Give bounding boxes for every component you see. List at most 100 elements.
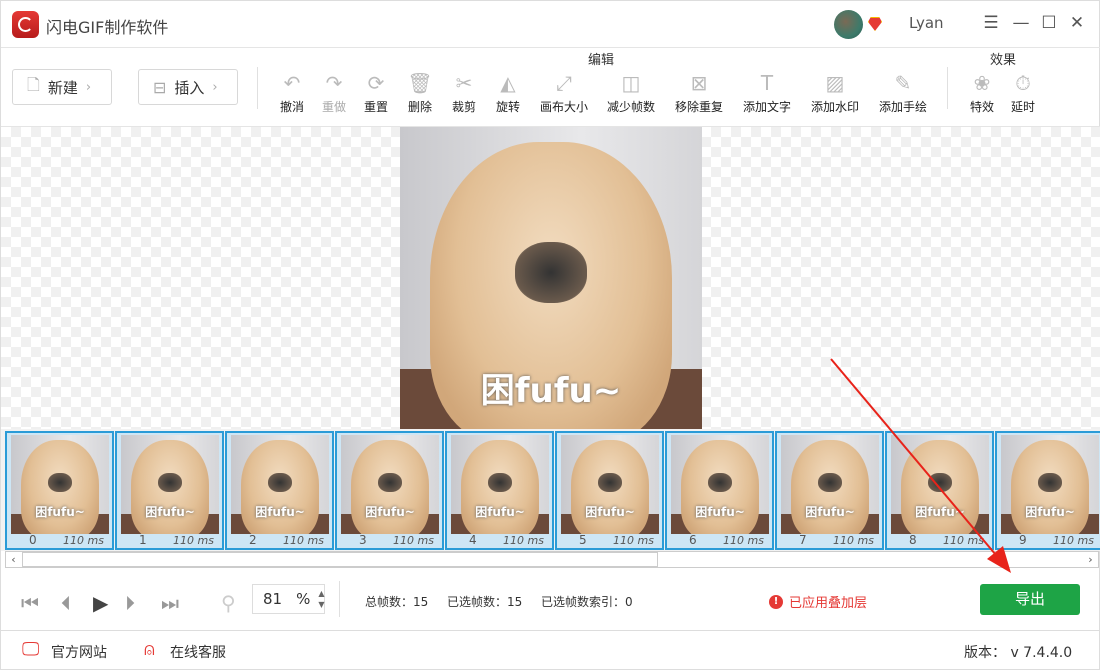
frame-delay: 110 ms [1053,534,1094,547]
support-link[interactable]: 在线客服 [170,642,226,662]
frame-image: 困fufu~ [341,435,439,534]
frame-image: 困fufu~ [781,435,879,534]
frame-scrollbar[interactable]: ‹ › [5,551,1099,568]
app-logo [12,11,39,38]
frame-thumbnail[interactable]: 困fufu~ 4 110 ms [445,431,554,550]
insert-label: 插入 [174,78,205,97]
tool-label: 旋转 [495,100,520,114]
divider [947,67,948,109]
frame-thumbnail[interactable]: 困fufu~ 5 110 ms [555,431,664,550]
last-frame-button[interactable]: ⏭ [161,591,179,615]
footer: 🖵 官方网站 ⍝ 在线客服 版本： v 7.4.4.0 [1,631,1100,671]
scroll-left-button[interactable]: ‹ [6,552,21,567]
tool-text[interactable]: T 添加文字 [739,71,795,115]
frame-caption: 困fufu~ [915,505,965,519]
zoom-value[interactable]: 81 [263,590,282,608]
total-frames: 总帧数：15 [365,595,429,609]
frame-caption: 困fufu~ [805,505,855,519]
frame-image: 困fufu~ [231,435,329,534]
watermark-icon: ▨ [825,71,845,95]
frame-caption: 困fufu~ [145,505,195,519]
tool-resize[interactable]: ⤢ 画布大小 [536,71,592,115]
menu-icon[interactable]: ☰ [981,13,1001,33]
redo-icon: ↷ [325,71,343,95]
frame-thumbnail[interactable]: 困fufu~ 9 110 ms [995,431,1100,550]
remove-duplicate-icon: ⊠ [690,71,708,95]
effects-icon: ❀ [973,71,991,95]
selected-frame-index: 已选帧数索引：0 [541,595,633,609]
frame-delay: 110 ms [393,534,434,547]
insert-button[interactable]: ⊟ 插入 › [138,69,238,105]
frame-thumbnail[interactable]: 困fufu~ 3 110 ms [335,431,444,550]
title-bar: 闪电GIF制作软件 Lyan ☰ — ☐ ✕ [1,1,1100,47]
divider [257,67,258,109]
gif-caption: 困fufu~ [480,371,622,411]
close-button[interactable]: ✕ [1067,13,1087,33]
frame-delay: 110 ms [613,534,654,547]
zoom-icon: ⚲ [221,591,236,615]
zoom-input[interactable]: 81 % ▲ ▼ [252,584,325,614]
tool-remove-duplicate[interactable]: ⊠ 移除重复 [671,71,727,115]
maximize-button[interactable]: ☐ [1039,13,1059,33]
tool-flip[interactable]: ◭ 旋转 [480,71,536,115]
vip-badge-icon [868,17,882,31]
prev-frame-button[interactable]: ⏴ [61,591,71,615]
tool-label: 删除 [407,100,432,114]
frame-delay: 110 ms [283,534,324,547]
frame-index: 5 [579,533,587,547]
username[interactable]: Lyan [909,14,944,32]
chevron-right-icon: › [212,79,218,95]
zoom-stepper[interactable]: ▲ ▼ [318,588,324,610]
resize-icon: ⤢ [556,71,572,95]
tool-label: 添加文字 [742,100,791,114]
tool-timer[interactable]: ⏱ 延时 [995,71,1051,115]
monitor-icon: 🖵 [22,639,40,660]
frame-caption: 困fufu~ [1025,505,1075,519]
frame-delay: 110 ms [943,534,984,547]
frame-thumbnail[interactable]: 困fufu~ 8 110 ms [885,431,994,550]
frame-caption: 困fufu~ [255,505,305,519]
frame-index: 0 [29,533,37,547]
frame-index: 1 [139,533,147,547]
first-frame-button[interactable]: ⏮ [21,591,39,615]
tool-reduce-frames[interactable]: ◫ 减少帧数 [603,71,659,115]
effect-group-label: 效果 [990,53,1017,68]
frame-image: 困fufu~ [1001,435,1099,534]
frame-thumbnail[interactable]: 困fufu~ 0 110 ms [5,431,114,550]
text-icon: T [760,71,774,95]
tool-watermark[interactable]: ▨ 添加水印 [807,71,863,115]
tool-label: 重置 [363,100,388,114]
frame-index: 9 [1019,533,1027,547]
tool-label: 画布大小 [539,100,588,114]
frame-caption: 困fufu~ [475,505,525,519]
minimize-button[interactable]: — [1011,13,1031,33]
reset-icon: ⟳ [367,71,385,95]
export-button[interactable]: 导出 [980,584,1080,615]
zoom-unit: % [296,590,311,608]
new-button[interactable]: 🗋 新建 › [12,69,112,105]
frame-thumbnail[interactable]: 困fufu~ 6 110 ms [665,431,774,550]
version-text: 版本： v 7.4.4.0 [964,645,1073,661]
gif-preview-image: 困fufu~ [400,127,702,430]
scroll-right-button[interactable]: › [1083,552,1098,567]
frame-thumbnail[interactable]: 困fufu~ 2 110 ms [225,431,334,550]
frame-index: 8 [909,533,917,547]
website-link[interactable]: 官方网站 [51,642,107,662]
trash-icon: 🗑 [407,71,433,95]
frame-index: 7 [799,533,807,547]
new-label: 新建 [47,78,78,97]
next-frame-button[interactable]: ⏵ [125,591,135,615]
frame-delay: 110 ms [503,534,544,547]
tool-pencil[interactable]: ✎ 添加手绘 [875,71,931,115]
play-button[interactable]: ▶ [93,591,108,615]
divider [339,581,340,617]
insert-icon: ⊟ [153,77,167,97]
frame-image: 困fufu~ [891,435,989,534]
frame-thumbnail[interactable]: 困fufu~ 1 110 ms [115,431,224,550]
scrollbar-thumb[interactable] [22,552,658,567]
frame-delay: 110 ms [173,534,214,547]
frame-thumbnail[interactable]: 困fufu~ 7 110 ms [775,431,884,550]
avatar[interactable] [834,10,863,39]
frame-caption: 困fufu~ [585,505,635,519]
tool-label: 移除重复 [674,100,723,114]
